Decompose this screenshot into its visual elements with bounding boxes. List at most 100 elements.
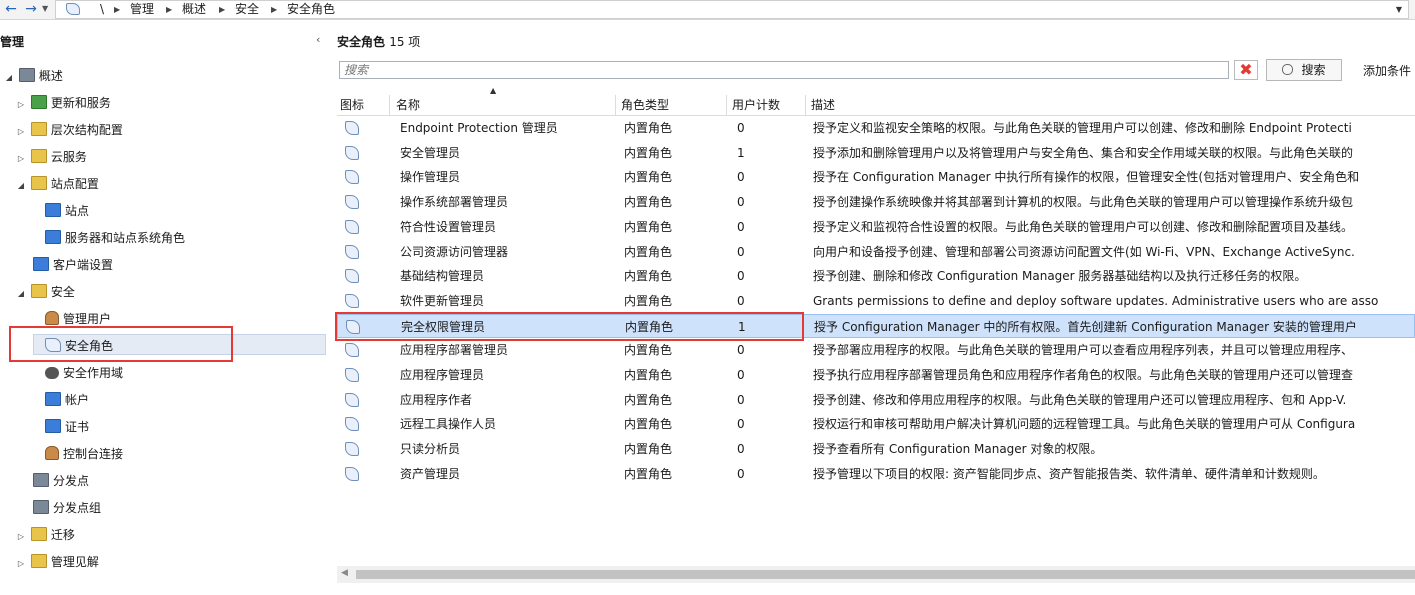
collapse-pane-icon[interactable]: ‹ — [316, 33, 320, 46]
collapsed-arrow-icon[interactable]: ▷ — [15, 148, 27, 170]
role-description: 授予在 Configuration Manager 中执行所有操作的权限，但管理… — [813, 170, 1360, 184]
table-row[interactable]: 软件更新管理员 内置角色 0 Grants permissions to define… — [337, 289, 1415, 313]
role-name: 符合性设置管理员 — [400, 220, 497, 234]
tree-item-accounts[interactable]: 帐户 — [45, 389, 89, 411]
tree-item-servers[interactable]: 服务器和站点系统角色 — [45, 227, 185, 249]
column-header-icon[interactable]: 图标 — [337, 95, 390, 115]
breadcrumb-item[interactable]: 管理 — [130, 1, 154, 18]
scroll-left-icon[interactable]: ◀ — [341, 568, 348, 578]
role-name: 软件更新管理员 — [400, 294, 485, 308]
add-criteria-link[interactable]: 添加条件 — [1363, 62, 1411, 79]
server-icon — [45, 230, 61, 244]
table-row[interactable]: 操作管理员 内置角色 0 授予在 Configuration Manager 中执行所… — [337, 165, 1415, 189]
folder-icon — [30, 149, 47, 163]
tree-item-security-scopes[interactable]: 安全作用域 — [45, 362, 123, 384]
security-role-icon — [345, 368, 359, 382]
user-count: 0 — [737, 343, 745, 357]
tree-item-overview[interactable]: ◢ 概述 — [3, 65, 63, 87]
annotation-box-row — [335, 312, 804, 341]
table-row[interactable]: 应用程序作者 内置角色 0 授予创建、修改和停用应用程序的权限。与此角色关联的管理用户… — [337, 388, 1415, 412]
tree-item-label: 客户端设置 — [53, 258, 114, 272]
role-name: 应用程序管理员 — [400, 368, 485, 382]
back-arrow-icon[interactable]: ← — [2, 0, 20, 18]
history-dropdown-icon[interactable]: ▼ — [42, 1, 48, 17]
horizontal-scrollbar[interactable]: ◀ — [337, 566, 1415, 583]
tree-item-hierarchy[interactable]: ▷ 层次结构配置 — [15, 119, 123, 141]
tree-item-security-roles[interactable]: 安全角色 — [45, 335, 113, 357]
table-row[interactable]: 应用程序管理员 内置角色 0 授予执行应用程序部署管理员角色和应用程序作者角色的权限。… — [337, 363, 1415, 387]
tree-item-admin-users[interactable]: 管理用户 — [45, 308, 111, 330]
tree-item-label: 概述 — [38, 69, 63, 83]
updates-icon — [30, 95, 47, 109]
table-row[interactable]: 只读分析员 内置角色 0 授予查看所有 Configuration Manager 对… — [337, 437, 1415, 461]
role-description: 授予 Configuration Manager 中的所有权限。首先创建新 Co… — [814, 320, 1357, 334]
table-row[interactable]: Endpoint Protection 管理员 内置角色 0 授予定义和监视安全策略的… — [337, 116, 1415, 140]
table-row[interactable]: 基础结构管理员 内置角色 0 授予创建、删除和修改 Configuration Man… — [337, 264, 1415, 288]
role-description: 授权运行和审核可帮助用户解决计算机问题的远程管理工具。与此角色关联的管理用户可从… — [813, 417, 1356, 431]
tree-item-label: 管理用户 — [63, 312, 112, 326]
table-row[interactable]: 公司资源访问管理器 内置角色 0 向用户和设备授予创建、管理和部署公司资源访问配置文件… — [337, 240, 1415, 264]
chevron-right-icon: ▶ — [271, 5, 278, 14]
console-icon — [66, 3, 80, 15]
role-name: 应用程序部署管理员 — [400, 343, 509, 357]
tree-item-label: 站点配置 — [50, 177, 99, 191]
tree-item-migration[interactable]: ▷ 迁移 — [15, 524, 75, 546]
forward-arrow-icon[interactable]: → — [22, 0, 40, 18]
collapsed-arrow-icon[interactable]: ▷ — [15, 94, 27, 116]
collapsed-arrow-icon[interactable]: ▷ — [15, 553, 27, 575]
tree-item-cloud[interactable]: ▷ 云服务 — [15, 146, 87, 168]
role-name: 安全管理员 — [400, 146, 461, 160]
role-type: 内置角色 — [624, 245, 673, 259]
table-row[interactable]: 远程工具操作人员 内置角色 0 授权运行和审核可帮助用户解决计算机问题的远程管理工具。… — [337, 412, 1415, 436]
tree-item-site-config[interactable]: ◢ 站点配置 — [15, 173, 99, 195]
tree-item-insights[interactable]: ▷ 管理见解 — [15, 551, 99, 573]
column-header-name[interactable]: 名称 — [393, 95, 616, 115]
tree-item-label: 帐户 — [65, 393, 90, 407]
table-row[interactable]: 资产管理员 内置角色 0 授予管理以下项目的权限: 资产智能同步点、资产智能报告类、软… — [337, 462, 1415, 486]
tree-item-sites[interactable]: 站点 — [45, 200, 89, 222]
table-row[interactable]: 安全管理员 内置角色 1 授予添加和删除管理用户以及将管理用户与安全角色、集合和安全作… — [337, 141, 1415, 165]
breadcrumb-root-sep: \ — [100, 2, 105, 16]
tree-item-dist-points[interactable]: 分发点 — [33, 470, 89, 492]
security-role-icon — [345, 121, 359, 135]
tree-item-label: 安全作用域 — [63, 366, 124, 380]
annotation-box-nav — [9, 326, 233, 362]
chevron-right-icon: ▶ — [166, 5, 173, 14]
expanded-arrow-icon[interactable]: ◢ — [3, 67, 15, 89]
role-description: 授予查看所有 Configuration Manager 对象的权限。 — [813, 442, 1103, 456]
tree-item-dist-groups[interactable]: 分发点组 — [33, 497, 101, 519]
tree-item-certificates[interactable]: 证书 — [45, 416, 89, 438]
tree-item-updates[interactable]: ▷ 更新和服务 — [15, 92, 111, 114]
tree-item-console-connections[interactable]: 控制台连接 — [45, 443, 123, 465]
collapsed-arrow-icon[interactable]: ▷ — [15, 526, 27, 548]
role-type: 内置角色 — [624, 170, 673, 184]
tree-item-security[interactable]: ◢ 安全 — [15, 281, 75, 303]
breadcrumb-item[interactable]: 安全 — [235, 1, 259, 18]
user-count: 0 — [737, 294, 745, 308]
expanded-arrow-icon[interactable]: ◢ — [15, 175, 27, 197]
tree-item-label: 站点 — [65, 204, 90, 218]
expanded-arrow-icon[interactable]: ◢ — [15, 283, 27, 305]
address-dropdown-icon[interactable]: ▼ — [1396, 1, 1402, 18]
breadcrumb[interactable]: \ ▶ 管理 ▶ 概述 ▶ 安全 ▶ 安全角色 ▼ — [55, 0, 1409, 19]
search-button[interactable]: 搜索 — [1266, 59, 1342, 81]
clear-search-icon[interactable]: ✖ — [1234, 60, 1258, 80]
role-type: 内置角色 — [624, 146, 673, 160]
tree-item-label: 分发点组 — [53, 501, 102, 515]
breadcrumb-item[interactable]: 安全角色 — [287, 1, 335, 18]
table-row[interactable]: 操作系统部署管理员 内置角色 0 授予创建操作系统映像并将其部署到计算机的权限。与此角… — [337, 190, 1415, 214]
column-header-type[interactable]: 角色类型 — [618, 95, 727, 115]
role-type: 内置角色 — [624, 195, 673, 209]
breadcrumb-item[interactable]: 概述 — [182, 1, 206, 18]
table-row[interactable]: 符合性设置管理员 内置角色 0 授予定义和监视符合性设置的权限。与此角色关联的管理用户… — [337, 215, 1415, 239]
tree-item-client-settings[interactable]: 客户端设置 — [33, 254, 113, 276]
search-input[interactable]: 搜索 — [339, 61, 1229, 79]
column-header-description[interactable]: 描述 — [808, 95, 1415, 115]
column-header-count[interactable]: 用户计数 — [729, 95, 806, 115]
chevron-right-icon: ▶ — [114, 5, 121, 14]
scrollbar-thumb[interactable] — [356, 570, 1415, 579]
user-count: 0 — [737, 121, 745, 135]
table-row[interactable]: 应用程序部署管理员 内置角色 0 授予部署应用程序的权限。与此角色关联的管理用户可以查… — [337, 338, 1415, 362]
role-description: 授予添加和删除管理用户以及将管理用户与安全角色、集合和安全作用域关联的权限。与此… — [813, 146, 1354, 160]
collapsed-arrow-icon[interactable]: ▷ — [15, 121, 27, 143]
